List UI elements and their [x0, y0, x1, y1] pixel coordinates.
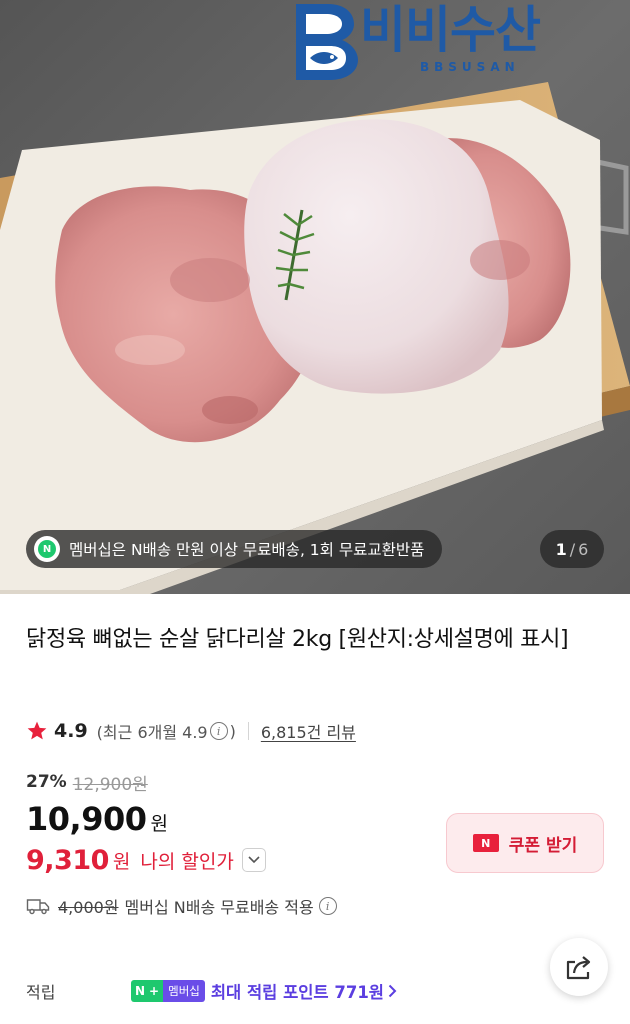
coupon-label: 쿠폰 받기 [508, 835, 578, 856]
share-button[interactable] [550, 938, 608, 996]
chevron-right-icon [388, 984, 397, 998]
review-count-link[interactable]: 6,815건 리뷰 [261, 719, 356, 743]
truck-icon [26, 899, 50, 915]
logo-text: 비비수산 [360, 1, 541, 59]
info-icon[interactable]: i [318, 897, 337, 915]
brand-logo: 비비수산 BBSUSAN [288, 0, 608, 80]
coupon-button[interactable]: N 쿠폰 받기 [446, 813, 604, 873]
share-icon [566, 956, 591, 980]
shipping-row: 4,000원 멤버십 N배송 무료배송 적용 i [26, 893, 339, 919]
price-value: 10,900 [26, 800, 147, 838]
my-discount-price[interactable]: 9,310 원 나의 할인가 [26, 842, 266, 878]
divider [247, 722, 249, 740]
product-photo [0, 0, 630, 594]
counter-current: 1 [555, 539, 567, 559]
shipping-text: 멤버십 N배송 무료배송 적용 [124, 898, 314, 917]
badge-n: N [131, 980, 150, 1002]
membership-badge: N + 멤버십 [131, 980, 205, 1002]
points-row[interactable]: 적립 N + 멤버십 최대 적립 포인트 771원 [26, 976, 397, 1006]
naver-n-icon: N [34, 536, 60, 562]
logo-subtext: BBSUSAN [420, 60, 520, 74]
product-image[interactable]: 비비수산 BBSUSAN N 멤버십은 N배송 만원 이상 무료배송, 1회 무… [0, 0, 630, 594]
fish-logo-icon [296, 4, 358, 80]
discount-rate: 27% [26, 772, 67, 792]
membership-promo-banner: N 멤버십은 N배송 만원 이상 무료배송, 1회 무료교환반품 [26, 530, 443, 568]
counter-total: 6 [578, 539, 589, 559]
original-price: 12,900원 [72, 774, 148, 795]
price-detail-toggle[interactable] [241, 848, 266, 872]
my-price-unit: 원 [112, 850, 131, 873]
points-label: 적립 [26, 983, 56, 1002]
badge-plus: + [149, 980, 164, 1002]
my-price-value: 9,310 [26, 844, 109, 876]
counter-separator: / [569, 539, 576, 559]
max-points-text: 최대 적립 포인트 771원 [210, 983, 384, 1002]
promo-text: 멤버십은 N배송 만원 이상 무료배송, 1회 무료교환반품 [69, 541, 425, 559]
product-title: 닭정육 뼈없는 순살 닭다리살 2kg [원산지:상세설명에 표시] [26, 627, 569, 652]
price-unit: 원 [150, 813, 168, 835]
image-counter: 1 / 6 [540, 530, 604, 568]
badge-member: 멤버십 [163, 980, 205, 1002]
coupon-badge: N [472, 834, 499, 852]
info-icon[interactable]: i [209, 722, 228, 740]
sale-price: 10,900 원 [26, 800, 168, 840]
my-price-label: 나의 할인가 [140, 850, 234, 873]
rating-value: 4.9 [54, 720, 88, 742]
original-shipping-fee: 4,000원 [58, 898, 119, 917]
discount-row: 27% 12,900원 [26, 769, 148, 795]
star-icon [27, 721, 47, 740]
rating-row: 4.9 (최근 6개월 4.9 i ) 6,815건 리뷰 [26, 716, 356, 746]
chevron-down-icon [248, 856, 260, 864]
recent-rating-close: ) [229, 721, 236, 741]
recent-rating: (최근 6개월 4.9 [96, 723, 208, 742]
promo-badge: N [38, 540, 56, 558]
